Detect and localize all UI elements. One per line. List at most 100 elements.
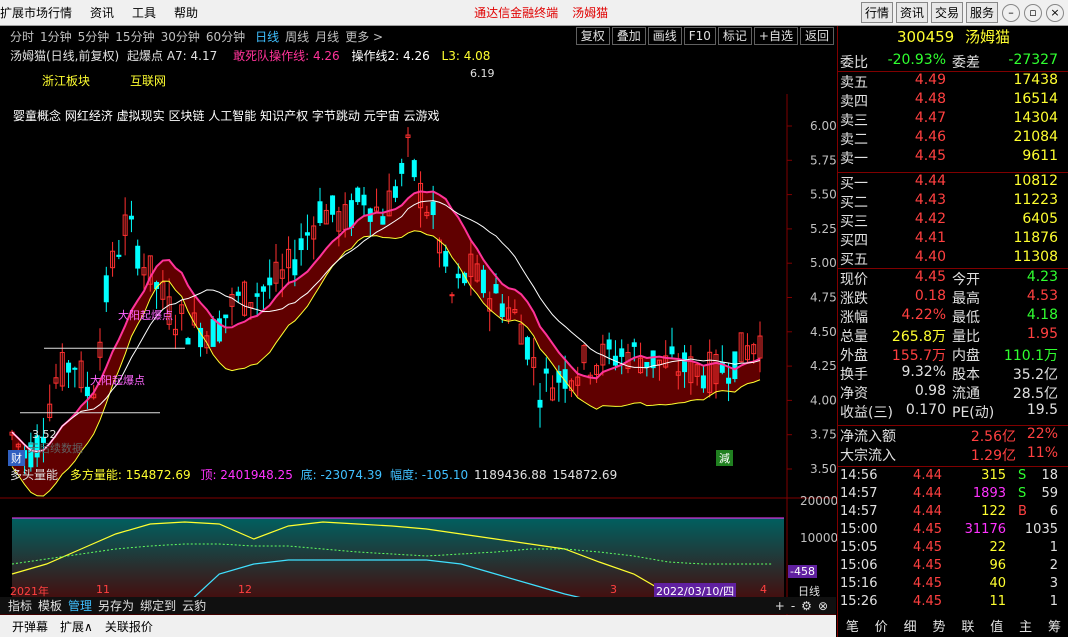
btn-save-as[interactable]: 另存为 (98, 597, 134, 614)
tick-price: 4.44 (913, 468, 942, 483)
period-1min[interactable]: 1分钟 (40, 28, 72, 45)
btn-cloud[interactable]: 云豹 (182, 597, 206, 614)
stock-name: 汤姆猫 (965, 28, 1011, 46)
kline-chart[interactable]: 6.00 5.75 5.50 5.25 5.00 4.75 4.50 4.25 4.00 3.75… (0, 62, 836, 637)
period-5min[interactable]: 5分钟 (78, 28, 110, 45)
menu-bar: 扩展市场行情 资讯 工具 帮助 通达信金融终端 汤姆猫 行情 资讯 交易 服务 … (0, 0, 1068, 26)
stat-label: 净资 (840, 386, 868, 402)
period-timeshare[interactable]: 分时 (10, 28, 34, 45)
close-icon[interactable]: × (1046, 3, 1064, 22)
trade-button[interactable]: 交易 (930, 2, 963, 23)
quote-tab[interactable]: 筹 (1048, 616, 1061, 636)
btn-manage[interactable]: 管理 (68, 597, 92, 614)
service-button[interactable]: 服务 (965, 2, 998, 23)
tick-row: 14:56 4.44 315 S 18 (838, 468, 1068, 487)
tick-volume: 315 (981, 468, 1006, 483)
quote-tab[interactable]: 联 (961, 616, 974, 636)
menu-help[interactable]: 帮助 (174, 4, 198, 21)
period-60min[interactable]: 60分钟 (206, 28, 245, 45)
menu-tools[interactable]: 工具 (132, 4, 156, 21)
y-tick-label: 4.75 (810, 291, 836, 305)
candle-body (443, 251, 449, 267)
btn-related-quotes[interactable]: 关联报价 (105, 618, 153, 635)
adjust-button[interactable]: 复权 (575, 27, 610, 45)
candle-body (84, 386, 90, 397)
settings-icon[interactable]: ⚙ (801, 599, 812, 613)
candle-body (348, 200, 354, 228)
quote-tab[interactable]: 主 (1019, 616, 1032, 636)
quote-tab[interactable]: 值 (990, 616, 1003, 636)
menu-extended-market[interactable]: 扩展市场行情 (0, 4, 72, 21)
close-panel-icon[interactable]: ⊗ (818, 599, 828, 613)
quote-tab[interactable]: 价 (875, 616, 888, 636)
indicator-qibao: 起爆点 A7: 4.17 (127, 49, 218, 63)
minimize-icon[interactable]: – (1002, 3, 1020, 22)
btn-expand[interactable]: 扩展∧ (60, 618, 93, 635)
back-button[interactable]: 返回 (799, 27, 834, 45)
period-monthly[interactable]: 月线 (315, 28, 339, 45)
zoom-out-icon[interactable]: - (791, 599, 795, 613)
tick-count: 18 (1041, 468, 1058, 483)
period-30min[interactable]: 30分钟 (161, 28, 200, 45)
candle-body (116, 254, 122, 257)
news-button[interactable]: 资讯 (895, 2, 928, 23)
quote-tab[interactable]: 笔 (846, 616, 859, 636)
tick-price: 4.44 (913, 504, 942, 519)
period-weekly[interactable]: 周线 (285, 28, 309, 45)
period-15min[interactable]: 15分钟 (115, 28, 154, 45)
board-tag-internet[interactable]: 互联网 (130, 72, 166, 89)
overlay-button[interactable]: 叠加 (611, 27, 646, 45)
tick-time: 14:57 (840, 486, 878, 501)
candle-body (135, 245, 141, 269)
board-tag-zhejiang[interactable]: 浙江板块 (42, 72, 90, 89)
candle-body (128, 215, 134, 220)
candle-body (524, 337, 530, 360)
stat-value-2: 28.5亿 (1012, 386, 1058, 402)
bid-label: 买三 (840, 214, 868, 230)
weicha-value: -27327 (1008, 52, 1058, 68)
x-month-4: 4 (760, 583, 767, 596)
btn-indicator[interactable]: 指标 (8, 597, 32, 614)
quotes-button[interactable]: 行情 (860, 2, 893, 23)
ask-row: 卖三 4.47 14304 (838, 110, 1068, 129)
btn-bind-to[interactable]: 绑定到 (140, 597, 176, 614)
tick-time: 14:57 (840, 504, 878, 519)
f10-button[interactable]: F10 (683, 27, 716, 45)
bid-volume: 10812 (1013, 173, 1058, 189)
maximize-icon[interactable]: ▫ (1024, 3, 1042, 22)
candle-body (537, 399, 543, 408)
tick-volume: 122 (981, 504, 1006, 519)
period-more[interactable]: 更多 > (345, 28, 383, 45)
weibi-label: 委比 (840, 55, 868, 71)
chart-stock-title: 汤姆猫(日线,前复权) (10, 49, 120, 63)
finance-badge[interactable]: 财 (8, 450, 25, 466)
menu-news[interactable]: 资讯 (90, 4, 114, 21)
period-daily[interactable]: 日线 (255, 28, 279, 45)
btn-template[interactable]: 模板 (38, 597, 62, 614)
tick-price: 4.45 (913, 594, 942, 609)
concept-tags: 婴童概念 网红经济 虚拟现实 区块链 人工智能 知识产权 字节跳动 元宇宙 云游… (13, 109, 440, 123)
btn-danmaku[interactable]: 开弹幕 (12, 618, 48, 635)
stat-value-2: 4.23 (1026, 269, 1058, 285)
tick-row: 14:57 4.44 122 B 6 (838, 504, 1068, 523)
add-watchlist-button[interactable]: +自选 (753, 27, 798, 45)
stat-row: 换手 9.32% 股本 35.2亿 (838, 364, 1068, 383)
draw-line-button[interactable]: 画线 (647, 27, 682, 45)
ask-volume: 14304 (1013, 110, 1058, 126)
tick-row: 14:57 4.44 1893 S 59 (838, 486, 1068, 505)
reduce-badge[interactable]: 減 (716, 450, 733, 466)
stat-row: 涨幅 4.22% 最低 4.18 (838, 307, 1068, 326)
candle-body (399, 162, 405, 174)
stock-code: 300459 (896, 28, 955, 46)
sub-v2: 顶: 2401948.25 (200, 468, 293, 482)
zoom-in-icon[interactable]: + (775, 599, 785, 613)
stat-label-2: 最高 (952, 291, 980, 307)
mark-button[interactable]: 标记 (717, 27, 752, 45)
y-tick-label: 4.50 (810, 325, 836, 339)
quote-tab[interactable]: 细 (904, 616, 917, 636)
tick-price: 4.45 (913, 522, 942, 537)
sub-indicator-title: 多头量能 多方量能: 154872.69 顶: 2401948.25 底: -2… (10, 466, 617, 483)
y-tick-label: 4.00 (810, 393, 836, 407)
quote-tab[interactable]: 势 (933, 616, 946, 636)
tick-row: 15:00 4.45 31176 1035 (838, 522, 1068, 541)
